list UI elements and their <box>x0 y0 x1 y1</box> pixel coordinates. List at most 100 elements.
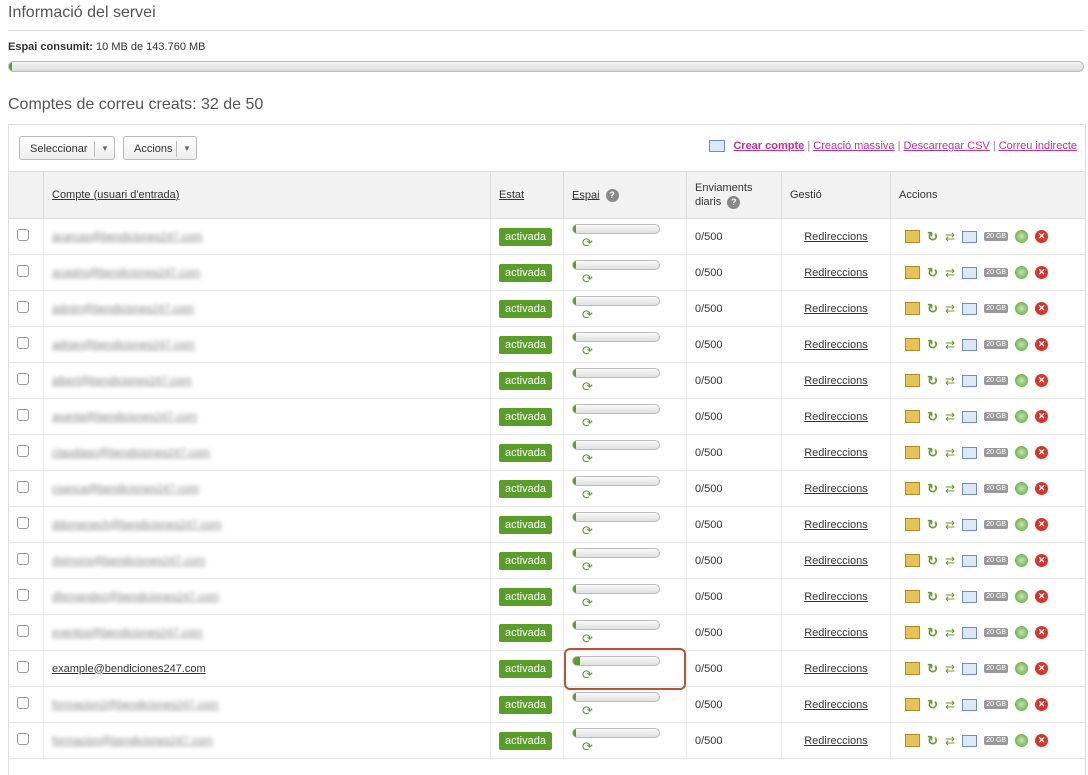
edit-icon[interactable] <box>905 698 920 711</box>
row-checkbox[interactable] <box>17 553 29 565</box>
autoresponder-icon[interactable]: ↻ <box>927 733 938 749</box>
globe-icon[interactable] <box>1015 230 1029 243</box>
autoresponder-icon[interactable]: ↻ <box>927 409 938 425</box>
delete-icon[interactable]: ✕ <box>1035 518 1049 531</box>
redirections-link[interactable]: Redireccions <box>804 483 868 495</box>
edit-icon[interactable] <box>905 626 920 639</box>
account-email-link[interactable]: eventos@bendiciones247.com <box>52 627 203 639</box>
edit-icon[interactable] <box>905 410 920 423</box>
autoresponder-icon[interactable]: ↻ <box>927 337 938 353</box>
bulk-create-link[interactable]: Creació massiva <box>813 140 894 152</box>
forward-icon[interactable]: ⇄ <box>945 446 955 460</box>
envelope-icon[interactable] <box>962 590 978 603</box>
edit-icon[interactable] <box>905 338 920 351</box>
globe-icon[interactable] <box>1015 518 1029 531</box>
redirections-link[interactable]: Redireccions <box>804 375 868 387</box>
delete-icon[interactable]: ✕ <box>1035 698 1049 711</box>
envelope-icon[interactable] <box>962 734 978 747</box>
indirect-mail-link[interactable]: Correu indirecte <box>999 140 1077 152</box>
quota-badge[interactable]: 20 GB <box>984 628 1009 637</box>
refresh-icon[interactable]: ⟳ <box>582 379 593 395</box>
account-email-link[interactable]: asanta@bendiciones247.com <box>52 411 197 423</box>
column-header-status[interactable]: Estat <box>490 171 564 219</box>
delete-icon[interactable]: ✕ <box>1035 338 1049 351</box>
envelope-icon[interactable] <box>962 410 978 423</box>
globe-icon[interactable] <box>1015 554 1029 567</box>
row-checkbox[interactable] <box>17 301 29 313</box>
refresh-icon[interactable]: ⟳ <box>582 595 593 611</box>
redirections-link[interactable]: Redireccions <box>804 339 868 351</box>
edit-icon[interactable] <box>905 482 920 495</box>
forward-icon[interactable]: ⇄ <box>945 266 955 280</box>
redirections-link[interactable]: Redireccions <box>804 627 868 639</box>
refresh-icon[interactable]: ⟳ <box>582 559 593 575</box>
refresh-icon[interactable]: ⟳ <box>582 271 593 287</box>
delete-icon[interactable]: ✕ <box>1035 266 1049 279</box>
help-icon[interactable]: ? <box>605 188 619 202</box>
quota-badge[interactable]: 20 GB <box>984 664 1009 673</box>
envelope-icon[interactable] <box>962 482 978 495</box>
autoresponder-icon[interactable]: ↻ <box>927 265 938 281</box>
account-email-link[interactable]: acastro@bendiciones247.com <box>52 267 200 279</box>
row-checkbox[interactable] <box>17 337 29 349</box>
globe-icon[interactable] <box>1015 590 1029 603</box>
row-checkbox[interactable] <box>17 733 29 745</box>
globe-icon[interactable] <box>1015 302 1029 315</box>
envelope-icon[interactable] <box>962 266 978 279</box>
envelope-icon[interactable] <box>962 302 978 315</box>
row-checkbox[interactable] <box>17 661 29 673</box>
forward-icon[interactable]: ⇄ <box>945 302 955 316</box>
forward-icon[interactable]: ⇄ <box>945 482 955 496</box>
redirections-link[interactable]: Redireccions <box>804 267 868 279</box>
account-email-link[interactable]: claudiasc@bendiciones247.com <box>52 447 210 459</box>
quota-badge[interactable]: 20 GB <box>984 484 1009 493</box>
redirections-link[interactable]: Redireccions <box>804 735 868 747</box>
column-header-space[interactable]: Espai? <box>563 171 687 219</box>
refresh-icon[interactable]: ⟳ <box>582 523 593 539</box>
edit-icon[interactable] <box>905 590 920 603</box>
delete-icon[interactable]: ✕ <box>1035 302 1049 315</box>
row-checkbox[interactable] <box>17 229 29 241</box>
forward-icon[interactable]: ⇄ <box>945 410 955 424</box>
redirections-link[interactable]: Redireccions <box>804 519 868 531</box>
edit-icon[interactable] <box>905 518 920 531</box>
envelope-icon[interactable] <box>962 374 978 387</box>
autoresponder-icon[interactable]: ↻ <box>927 697 938 713</box>
refresh-icon[interactable]: ⟳ <box>582 631 593 647</box>
edit-icon[interactable] <box>905 554 920 567</box>
edit-icon[interactable] <box>905 302 920 315</box>
redirections-link[interactable]: Redireccions <box>804 591 868 603</box>
autoresponder-icon[interactable]: ↻ <box>927 301 938 317</box>
delete-icon[interactable]: ✕ <box>1035 410 1049 423</box>
envelope-icon[interactable] <box>962 554 978 567</box>
quota-badge[interactable]: 20 GB <box>984 376 1009 385</box>
row-checkbox[interactable] <box>17 409 29 421</box>
delete-icon[interactable]: ✕ <box>1035 590 1049 603</box>
account-email-link[interactable]: albert@bendiciones247.com <box>52 375 192 387</box>
quota-badge[interactable]: 20 GB <box>984 520 1009 529</box>
redirections-link[interactable]: Redireccions <box>804 411 868 423</box>
delete-icon[interactable]: ✕ <box>1035 734 1049 747</box>
account-email-link[interactable]: ddomenech@bendiciones247.com <box>52 519 222 531</box>
redirections-link[interactable]: Redireccions <box>804 555 868 567</box>
forward-icon[interactable]: ⇄ <box>945 626 955 640</box>
globe-icon[interactable] <box>1015 698 1029 711</box>
quota-badge[interactable]: 20 GB <box>984 268 1009 277</box>
envelope-icon[interactable] <box>962 518 978 531</box>
globe-icon[interactable] <box>1015 410 1029 423</box>
select-dropdown[interactable]: Seleccionar ▼ <box>19 136 115 160</box>
edit-icon[interactable] <box>905 374 920 387</box>
download-csv-link[interactable]: Descarregar CSV <box>904 140 990 152</box>
forward-icon[interactable]: ⇄ <box>945 554 955 568</box>
globe-icon[interactable] <box>1015 266 1029 279</box>
quota-badge[interactable]: 20 GB <box>984 304 1009 313</box>
edit-icon[interactable] <box>905 266 920 279</box>
account-email-link[interactable]: acarcas@bendiciones247.com <box>52 231 203 243</box>
quota-badge[interactable]: 20 GB <box>984 412 1009 421</box>
delete-icon[interactable]: ✕ <box>1035 230 1049 243</box>
forward-icon[interactable]: ⇄ <box>945 734 955 748</box>
globe-icon[interactable] <box>1015 338 1029 351</box>
delete-icon[interactable]: ✕ <box>1035 626 1049 639</box>
autoresponder-icon[interactable]: ↻ <box>927 445 938 461</box>
globe-icon[interactable] <box>1015 446 1029 459</box>
